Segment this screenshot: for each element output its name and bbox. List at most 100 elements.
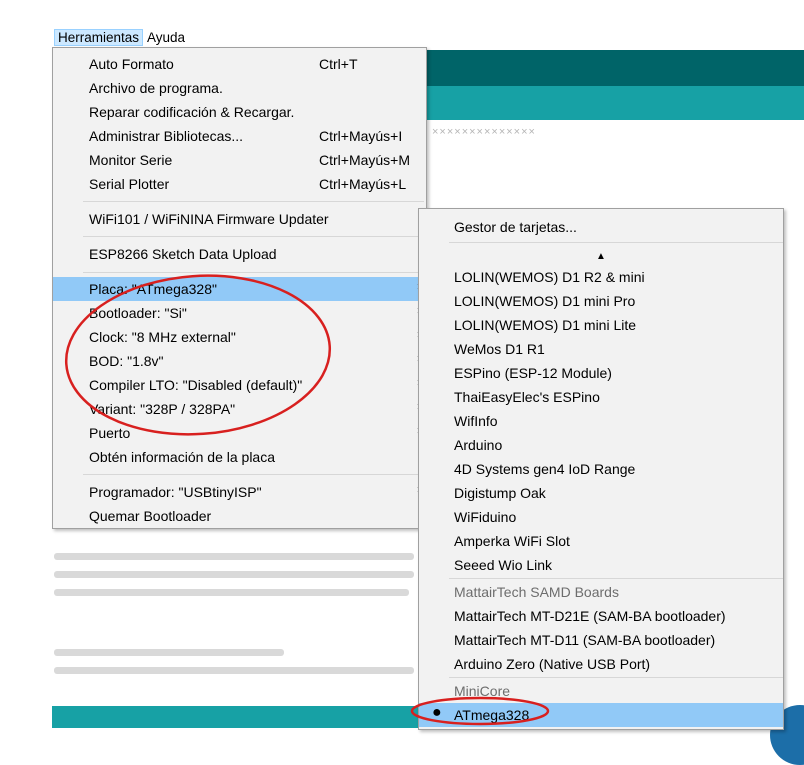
blurred-text-line [54, 667, 414, 674]
menu-item-label: Administrar Bibliotecas... [89, 128, 244, 144]
menu-item-label: Variant: "328P / 328PA" [89, 401, 236, 417]
menu-item-auto-format[interactable]: Auto Formato Ctrl+T [53, 52, 426, 76]
submenu-item-label: Arduino [454, 437, 503, 453]
submenu-item-label: Gestor de tarjetas... [454, 219, 577, 235]
menu-item-serial-plotter[interactable]: Serial Plotter Ctrl+Mayús+L [53, 172, 426, 196]
submenu-item-board[interactable]: LOLIN(WEMOS) D1 mini Lite [419, 313, 783, 337]
submenu-item-label: LOLIN(WEMOS) D1 R2 & mini [454, 269, 645, 285]
menu-item-wifi-firmware-updater[interactable]: WiFi101 / WiFiNINA Firmware Updater [53, 207, 426, 231]
menu-item-board-info[interactable]: Obtén información de la placa [53, 445, 426, 469]
menu-item-shortcut: Ctrl+Mayús+L [319, 176, 407, 192]
menu-item-label: BOD: "1.8v" [89, 353, 164, 369]
editor-text-placeholder: ×××××××××××××× [432, 126, 536, 138]
menu-item-label: Obtén información de la placa [89, 449, 275, 465]
menu-item-esp8266-upload[interactable]: ESP8266 Sketch Data Upload [53, 242, 426, 266]
menu-item-shortcut: Ctrl+Mayús+I [319, 128, 403, 144]
submenu-item-board[interactable]: Digistump Oak [419, 481, 783, 505]
submenu-item-board[interactable]: Arduino Zero (Native USB Port) [419, 652, 783, 676]
menu-bar: Herramientas Ayuda [54, 28, 244, 47]
menu-item-burn-bootloader[interactable]: Quemar Bootloader [53, 504, 426, 528]
submenu-section-header: MattairTech SAMD Boards [419, 580, 783, 604]
board-submenu: Gestor de tarjetas... ▲ LOLIN(WEMOS) D1 … [418, 208, 784, 730]
menu-separator [83, 201, 424, 202]
menu-item-label: Monitor Serie [89, 152, 173, 168]
menu-separator [83, 272, 424, 273]
menu-ayuda[interactable]: Ayuda [143, 29, 189, 46]
menu-item-label: Compiler LTO: "Disabled (default)" [89, 377, 303, 393]
menu-item-clock[interactable]: Clock: "8 MHz external" › [53, 325, 426, 349]
submenu-item-board[interactable]: WiFiduino [419, 505, 783, 529]
menu-item-archive-sketch[interactable]: Archivo de programa. [53, 76, 426, 100]
submenu-item-label: Seeed Wio Link [454, 557, 553, 573]
submenu-item-board[interactable]: ThaiEasyElec's ESPino [419, 385, 783, 409]
tools-menu: Auto Formato Ctrl+T Archivo de programa.… [52, 47, 427, 529]
submenu-item-board[interactable]: 4D Systems gen4 IoD Range [419, 457, 783, 481]
submenu-separator [449, 578, 783, 579]
submenu-item-label: ESPino (ESP-12 Module) [454, 365, 612, 381]
blurred-text-line [54, 553, 414, 560]
submenu-separator [449, 677, 783, 678]
submenu-item-board[interactable]: MattairTech MT-D11 (SAM-BA bootloader) [419, 628, 783, 652]
menu-item-label: Archivo de programa. [89, 80, 223, 96]
menu-item-label: Programador: "USBtinyISP" [89, 484, 262, 500]
menu-item-serial-monitor[interactable]: Monitor Serie Ctrl+Mayús+M [53, 148, 426, 172]
editor-status-bar [52, 706, 420, 728]
submenu-item-board-manager[interactable]: Gestor de tarjetas... [419, 215, 783, 239]
submenu-item-label: 4D Systems gen4 IoD Range [454, 461, 636, 477]
submenu-item-label: WiFiduino [454, 509, 517, 525]
blurred-text-line [54, 589, 409, 596]
submenu-item-atmega328[interactable]: ● ATmega328 [419, 703, 783, 727]
menu-separator [83, 236, 424, 237]
menu-item-label: ESP8266 Sketch Data Upload [89, 246, 277, 262]
menu-item-label: Bootloader: "Si" [89, 305, 187, 321]
submenu-item-label: MattairTech MT-D21E (SAM-BA bootloader) [454, 608, 726, 624]
menu-item-bootloader[interactable]: Bootloader: "Si" › [53, 301, 426, 325]
submenu-item-board[interactable]: Seeed Wio Link [419, 553, 783, 577]
submenu-item-board[interactable]: Arduino [419, 433, 783, 457]
scroll-up-icon[interactable]: ▲ [419, 251, 783, 262]
submenu-item-board[interactable]: ESPino (ESP-12 Module) [419, 361, 783, 385]
submenu-item-label: Amperka WiFi Slot [454, 533, 570, 549]
submenu-item-board[interactable]: WeMos D1 R1 [419, 337, 783, 361]
menu-item-label: WiFi101 / WiFiNINA Firmware Updater [89, 211, 329, 227]
menu-item-label: Reparar codificación & Recargar. [89, 104, 295, 120]
submenu-item-board[interactable]: LOLIN(WEMOS) D1 R2 & mini [419, 265, 783, 289]
submenu-item-label: MattairTech MT-D11 (SAM-BA bootloader) [454, 632, 716, 648]
menu-item-port[interactable]: Puerto › [53, 421, 426, 445]
submenu-item-label: LOLIN(WEMOS) D1 mini Lite [454, 317, 637, 333]
menu-item-label: Quemar Bootloader [89, 508, 212, 524]
menu-item-programmer[interactable]: Programador: "USBtinyISP" › [53, 480, 426, 504]
menu-item-label: Puerto [89, 425, 131, 441]
editor-header-bar [425, 50, 804, 86]
menu-item-fix-encoding[interactable]: Reparar codificación & Recargar. [53, 100, 426, 124]
menu-item-label: Auto Formato [89, 56, 174, 72]
submenu-item-label: Digistump Oak [454, 485, 546, 501]
menu-separator [83, 474, 424, 475]
menu-item-board[interactable]: Placa: "ATmega328" › [53, 277, 426, 301]
menu-item-variant[interactable]: Variant: "328P / 328PA" › [53, 397, 426, 421]
submenu-item-board[interactable]: MattairTech MT-D21E (SAM-BA bootloader) [419, 604, 783, 628]
submenu-item-board[interactable]: WifInfo [419, 409, 783, 433]
editor-toolbar-bar [425, 86, 804, 120]
menu-item-shortcut: Ctrl+Mayús+M [319, 152, 411, 168]
submenu-item-board[interactable]: LOLIN(WEMOS) D1 mini Pro [419, 289, 783, 313]
submenu-item-label: Arduino Zero (Native USB Port) [454, 656, 651, 672]
menu-item-bod[interactable]: BOD: "1.8v" › [53, 349, 426, 373]
menu-item-compiler-lto[interactable]: Compiler LTO: "Disabled (default)" › [53, 373, 426, 397]
submenu-section-header: MiniCore [419, 679, 783, 703]
menu-herramientas[interactable]: Herramientas [54, 29, 144, 46]
section-header-label: MattairTech SAMD Boards [454, 584, 619, 600]
blurred-text-line [54, 571, 414, 578]
menu-item-label: Serial Plotter [89, 176, 170, 192]
menu-item-label: Clock: "8 MHz external" [89, 329, 236, 345]
blurred-text-line [54, 649, 284, 656]
submenu-item-label: LOLIN(WEMOS) D1 mini Pro [454, 293, 636, 309]
submenu-separator [449, 242, 783, 243]
submenu-item-label: WifInfo [454, 413, 498, 429]
selected-radio-icon: ● [432, 704, 442, 721]
submenu-item-board[interactable]: Amperka WiFi Slot [419, 529, 783, 553]
menu-item-manage-libraries[interactable]: Administrar Bibliotecas... Ctrl+Mayús+I [53, 124, 426, 148]
menu-item-label: Placa: "ATmega328" [89, 281, 217, 297]
section-header-label: MiniCore [454, 683, 511, 699]
submenu-item-label: ATmega328 [454, 707, 530, 723]
